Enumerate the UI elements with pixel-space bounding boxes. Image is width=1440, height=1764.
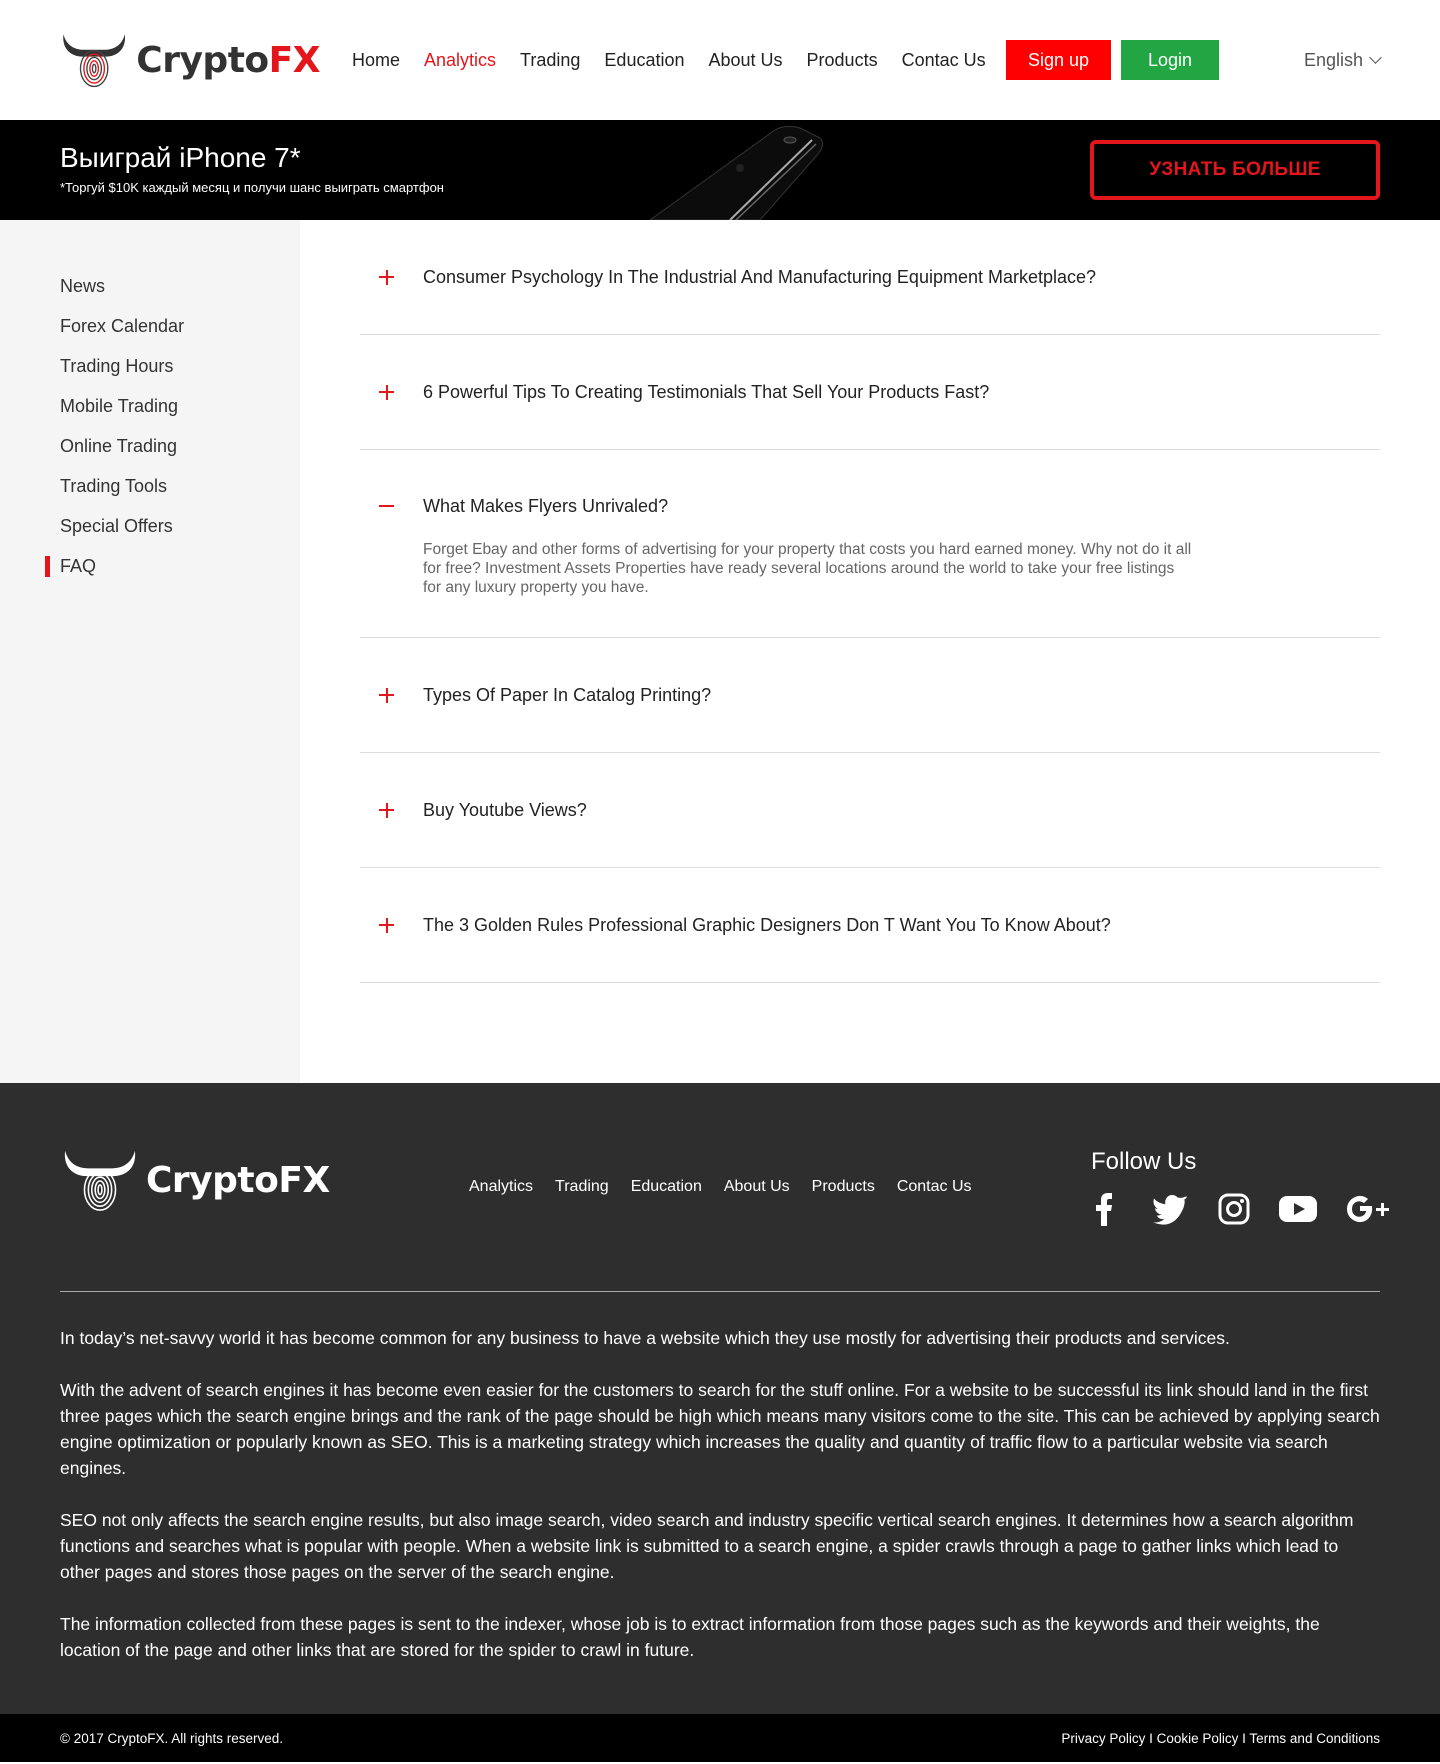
site-header: CryptoFX Home Analytics Trading Education Ab… <box>0 0 1440 120</box>
faq-item: What Makes Flyers Unrivaled? Forget Ebay … <box>360 450 1380 638</box>
legal-links[interactable]: Privacy Policy I Cookie Policy I Terms a… <box>1061 1731 1380 1746</box>
sidebar-item-faq[interactable]: FAQ <box>0 546 300 586</box>
twitter-icon[interactable] <box>1153 1192 1217 1226</box>
faq-item: Consumer Psychology In The Industrial An… <box>360 220 1380 335</box>
plus-icon[interactable] <box>379 687 394 703</box>
footer-nav-about-us[interactable]: About Us <box>724 1178 790 1196</box>
faq-question: What Makes Flyers Unrivaled? <box>423 495 669 516</box>
promo-banner: Выиграй iPhone 7* *Торгуй $10K каждый ме… <box>0 120 1440 220</box>
faq-question-toggle[interactable]: The 3 Golden Rules Professional Graphic … <box>360 868 1380 982</box>
faq-question: Buy Youtube Views? <box>423 799 587 820</box>
follow-title: Follow Us <box>1091 1148 1197 1175</box>
footer-top: CryptoFX Analytics Trading Education About … <box>60 1083 1389 1292</box>
plus-icon[interactable] <box>379 917 394 933</box>
footer-logo[interactable]: CryptoFX <box>60 1147 330 1213</box>
faq-list: Consumer Psychology In The Industrial An… <box>300 220 1440 1083</box>
social-links <box>1091 1192 1395 1226</box>
site-footer: CryptoFX Analytics Trading Education About … <box>0 1083 1440 1714</box>
instagram-icon[interactable] <box>1217 1192 1279 1226</box>
footer-nav-contac-us[interactable]: Contac Us <box>897 1178 972 1196</box>
login-button[interactable]: Login <box>1121 40 1219 80</box>
faq-question-toggle[interactable]: 6 Powerful Tips To Creating Testimonials… <box>360 335 1380 449</box>
google-plus-icon[interactable] <box>1345 1192 1395 1226</box>
faq-toggle-button[interactable] <box>360 687 423 703</box>
brand-name: CryptoFX <box>136 39 320 81</box>
faq-question-toggle[interactable]: Types Of Paper In Catalog Printing? <box>360 638 1380 752</box>
footer-text: In today’s net-savvy world it has become… <box>60 1292 1380 1663</box>
sidebar-item-trading-hours[interactable]: Trading Hours <box>0 346 300 386</box>
nav-products[interactable]: Products <box>795 40 890 80</box>
faq-answer: Forget Ebay and other forms of advertisi… <box>423 541 1192 596</box>
footer-nav-education[interactable]: Education <box>631 1178 702 1196</box>
nav-analytics[interactable]: Analytics <box>412 40 508 80</box>
signup-button[interactable]: Sign up <box>1006 40 1111 80</box>
main-area: News Forex Calendar Trading Hours Mobile Tr… <box>0 220 1440 1083</box>
footer-paragraph: SEO not only affects the search engine r… <box>60 1510 1354 1582</box>
footer-paragraph: In today’s net-savvy world it has become… <box>60 1328 1230 1348</box>
nav-contac-us[interactable]: Contac Us <box>890 40 998 80</box>
faq-toggle-button[interactable] <box>360 384 423 400</box>
main-nav: Home Analytics Trading Education About Us Pro… <box>340 40 998 80</box>
faq-toggle-button[interactable] <box>360 505 423 507</box>
footer-paragraph: The information collected from these pag… <box>60 1614 1320 1660</box>
sidebar-item-news[interactable]: News <box>0 266 300 306</box>
faq-item: 6 Powerful Tips To Creating Testimonials… <box>360 335 1380 450</box>
nav-education[interactable]: Education <box>592 40 696 80</box>
plus-icon[interactable] <box>379 269 394 285</box>
footer-nav-products[interactable]: Products <box>812 1178 875 1196</box>
sidebar-item-special-offers[interactable]: Special Offers <box>0 506 300 546</box>
sidebar-item-mobile-trading[interactable]: Mobile Trading <box>0 386 300 426</box>
sidebar-item-forex-calendar[interactable]: Forex Calendar <box>0 306 300 346</box>
nav-home[interactable]: Home <box>340 40 412 80</box>
faq-question: 6 Powerful Tips To Creating Testimonials… <box>423 381 990 402</box>
footer-nav-analytics[interactable]: Analytics <box>469 1178 533 1196</box>
bull-fingerprint-icon <box>63 34 126 88</box>
language-label: English <box>1303 49 1363 70</box>
sidebar: News Forex Calendar Trading Hours Mobile Tr… <box>0 220 300 1083</box>
faq-toggle-button[interactable] <box>360 269 423 285</box>
language-select[interactable]: English <box>1303 40 1382 80</box>
learn-more-button[interactable]: УЗНАТЬ БОЛЬШЕ <box>1090 140 1380 200</box>
plus-icon[interactable] <box>379 802 394 818</box>
faq-question: Types Of Paper In Catalog Printing? <box>423 684 712 705</box>
sidebar-item-trading-tools[interactable]: Trading Tools <box>0 466 300 506</box>
faq-question-toggle[interactable]: Consumer Psychology In The Industrial An… <box>360 220 1380 334</box>
copyright: © 2017 CryptoFX. All rights reserved. <box>60 1730 284 1746</box>
facebook-icon[interactable] <box>1091 1192 1153 1226</box>
footer-brand-name: CryptoFX <box>146 1159 330 1201</box>
faq-question-toggle[interactable]: Buy Youtube Views? <box>360 753 1380 867</box>
footer-nav: Analytics Trading Education About Us Product… <box>469 1178 972 1196</box>
youtube-icon[interactable] <box>1279 1192 1345 1226</box>
faq-toggle-button[interactable] <box>360 802 423 818</box>
bottom-bar: © 2017 CryptoFX. All rights reserved. Pr… <box>0 1714 1440 1762</box>
plus-icon[interactable] <box>379 384 394 400</box>
footer-nav-trading[interactable]: Trading <box>555 1178 609 1196</box>
nav-about-us[interactable]: About Us <box>696 40 794 80</box>
faq-question: The 3 Golden Rules Professional Graphic … <box>423 914 1111 935</box>
faq-item: Buy Youtube Views? <box>360 753 1380 868</box>
faq-item: The 3 Golden Rules Professional Graphic … <box>360 868 1380 983</box>
follow-us: Follow Us <box>1091 1148 1395 1226</box>
faq-item: Types Of Paper In Catalog Printing? <box>360 638 1380 753</box>
minus-icon[interactable] <box>379 505 394 507</box>
faq-toggle-button[interactable] <box>360 917 423 933</box>
footer-paragraph: With the advent of search engines it has… <box>60 1380 1380 1478</box>
brand-logo[interactable]: CryptoFX <box>60 26 321 94</box>
chevron-down-icon <box>1369 51 1382 64</box>
iphone-image <box>640 120 840 220</box>
faq-question: Consumer Psychology In The Industrial An… <box>423 266 1097 287</box>
nav-trading[interactable]: Trading <box>508 40 592 80</box>
bull-fingerprint-icon <box>64 1150 136 1211</box>
sidebar-item-online-trading[interactable]: Online Trading <box>0 426 300 466</box>
